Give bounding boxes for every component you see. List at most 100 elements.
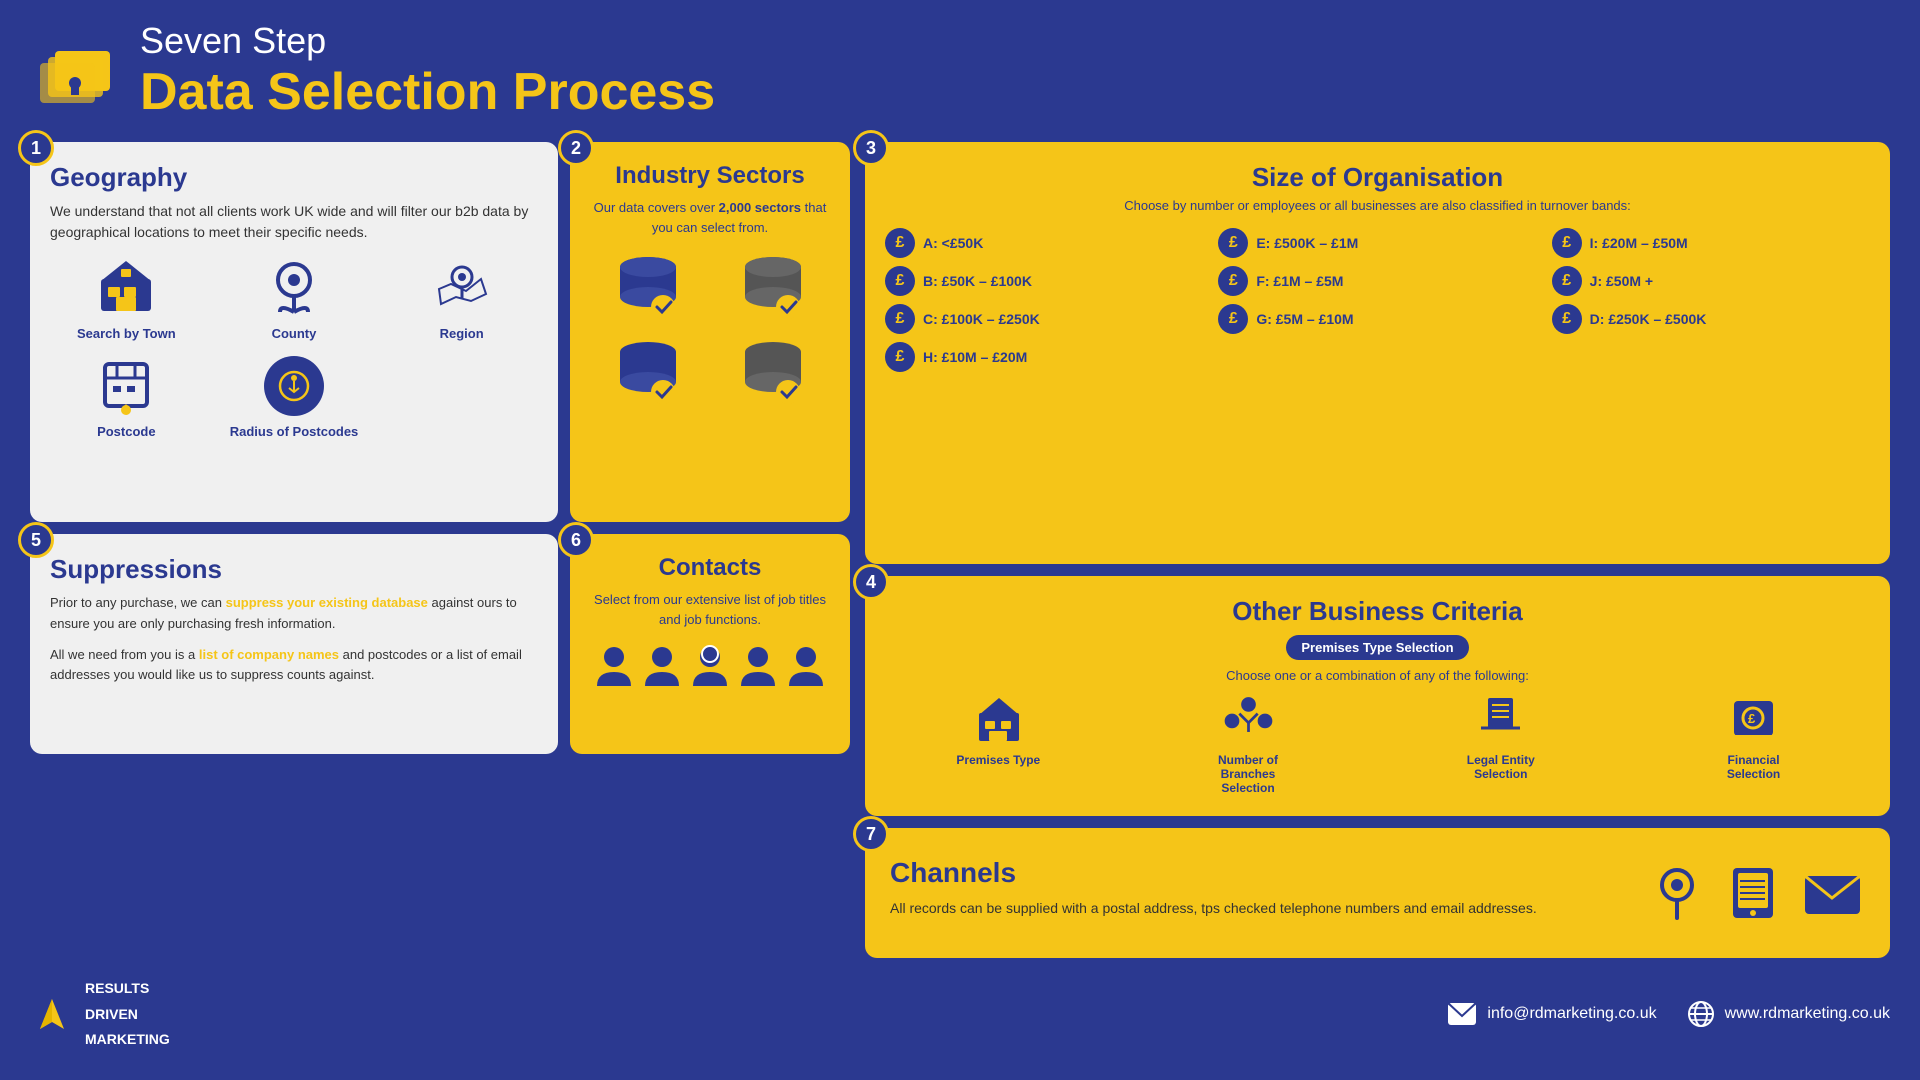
footer: RESULTSDRIVENMARKETING info@rdmarketing.… — [30, 968, 1890, 1060]
step3-subtitle: Choose by number or employees or all bus… — [885, 198, 1870, 213]
contact-icon-2 — [643, 644, 681, 689]
step1-description: We understand that not all clients work … — [50, 201, 538, 243]
size-item-e: £ E: £500K – £1M — [1218, 228, 1536, 258]
geo-item-region: Region — [385, 258, 538, 341]
geo-icon-radius-circle — [264, 356, 324, 416]
header-subtitle: Seven Step — [140, 20, 715, 62]
step6-description: Select from our extensive list of job ti… — [590, 590, 830, 629]
size-label-d: D: £250K – £500K — [1590, 311, 1707, 327]
footer-contact: info@rdmarketing.co.uk www.rdmarketing.c… — [1447, 1000, 1890, 1028]
step7-badge: 7 — [853, 816, 889, 852]
size-label-g: G: £5M – £10M — [1256, 311, 1353, 327]
criteria-icon-legal — [1473, 693, 1528, 748]
contacts-icons — [590, 644, 830, 689]
geo-label-county: County — [272, 326, 317, 341]
pound-icon-j: £ — [1552, 266, 1582, 296]
step6-badge: 6 — [558, 522, 594, 558]
channel-icon-location — [1650, 863, 1705, 923]
footer-email-item: info@rdmarketing.co.uk — [1447, 1002, 1656, 1026]
step2-badge: 2 — [558, 130, 594, 166]
criteria-label-financial: Financial Selection — [1709, 753, 1799, 781]
step1-title: Geography — [50, 162, 538, 193]
size-item-h: £ H: £10M – £20M — [885, 342, 1203, 372]
step6-panel: 6 Contacts Select from our extensive lis… — [570, 534, 850, 754]
channel-icon-phone — [1725, 863, 1780, 923]
criteria-icon-branches — [1221, 693, 1276, 748]
geo-item-county: County — [218, 258, 371, 341]
geo-icon-radius — [261, 356, 326, 416]
header-text: Seven Step Data Selection Process — [140, 20, 715, 122]
size-item-b: £ B: £50K – £100K — [885, 266, 1203, 296]
size-label-a: A: <£50K — [923, 235, 983, 251]
step5-panel: 5 Suppressions Prior to any purchase, we… — [30, 534, 558, 754]
main-container: Seven Step Data Selection Process 1 Geog… — [0, 0, 1920, 1080]
size-label-j: J: £50M + — [1590, 273, 1653, 289]
step2-title: Industry Sectors — [590, 162, 830, 190]
criteria-icons: Premises Type — [885, 693, 1870, 795]
svg-text:£: £ — [1748, 711, 1756, 726]
criteria-item-premises: Premises Type — [956, 693, 1040, 767]
premises-badge: Premises Type Selection — [1286, 635, 1468, 660]
step1-badge: 1 — [18, 130, 54, 166]
db-icon-4 — [738, 337, 808, 412]
footer-logo-icon — [30, 994, 75, 1034]
pound-icon-g: £ — [1218, 304, 1248, 334]
choose-text: Choose one or a combination of any of th… — [885, 668, 1870, 683]
footer-email: info@rdmarketing.co.uk — [1487, 1005, 1656, 1023]
db-icon-3 — [613, 337, 683, 412]
step4-panel: 4 Other Business Criteria Premises Type … — [865, 576, 1890, 816]
size-label-f: F: £1M – £5M — [1256, 273, 1343, 289]
channel-icon-email — [1800, 866, 1865, 921]
size-item-c: £ C: £100K – £250K — [885, 304, 1203, 334]
geo-item-postcode: Postcode — [50, 356, 203, 439]
criteria-label-premises: Premises Type — [956, 753, 1040, 767]
step5-text2: All we need from you is a list of compan… — [50, 645, 538, 687]
size-item-i: £ I: £20M – £50M — [1552, 228, 1870, 258]
pound-icon-c: £ — [885, 304, 915, 334]
contact-icon-1 — [595, 644, 633, 689]
pound-icon-e: £ — [1218, 228, 1248, 258]
db-icon-1 — [613, 252, 683, 327]
step7-panel: 7 Channels All records can be supplied w… — [865, 828, 1890, 958]
footer-logo: RESULTSDRIVENMARKETING — [30, 976, 170, 1052]
step5-text1: Prior to any purchase, we can suppress y… — [50, 593, 538, 635]
footer-website-item: www.rdmarketing.co.uk — [1687, 1000, 1890, 1028]
top-row: 1 Geography We understand that not all c… — [30, 142, 850, 522]
step2-panel: 2 Industry Sectors Our data covers over … — [570, 142, 850, 522]
size-item-d: £ D: £250K – £500K — [1552, 304, 1870, 334]
step7-title: Channels — [890, 857, 1620, 889]
footer-globe-icon — [1687, 1000, 1715, 1028]
step1-panel: 1 Geography We understand that not all c… — [30, 142, 558, 522]
right-column: 3 Size of Organisation Choose by number … — [865, 142, 1890, 958]
pound-icon-b: £ — [885, 266, 915, 296]
footer-email-icon — [1447, 1002, 1477, 1026]
size-item-j: £ J: £50M + — [1552, 266, 1870, 296]
header-title: Data Selection Process — [140, 62, 715, 122]
size-label-h: H: £10M – £20M — [923, 349, 1027, 365]
channels-content: Channels All records can be supplied wit… — [890, 857, 1620, 929]
step2-text: Our data covers over 2,000 sectors that … — [590, 198, 830, 237]
geo-icons-grid: Search by Town — [50, 258, 538, 439]
geo-label-town: Search by Town — [77, 326, 176, 341]
geo-icon-postcode — [94, 356, 159, 416]
size-item-f: £ F: £1M – £5M — [1218, 266, 1536, 296]
footer-logo-text: RESULTSDRIVENMARKETING — [85, 976, 170, 1052]
pound-icon-i: £ — [1552, 228, 1582, 258]
db-icons-grid — [590, 252, 830, 412]
size-label-c: C: £100K – £250K — [923, 311, 1040, 327]
step4-badge: 4 — [853, 564, 889, 600]
contact-icon-4 — [739, 644, 777, 689]
size-item-g: £ G: £5M – £10M — [1218, 304, 1536, 334]
header-icon — [30, 31, 120, 111]
contact-icon-3-highlighted — [691, 644, 729, 689]
geo-item-radius: Radius of Postcodes — [218, 356, 371, 439]
size-label-i: I: £20M – £50M — [1590, 235, 1688, 251]
geo-icon-county — [261, 258, 326, 318]
geo-label-radius: Radius of Postcodes — [230, 424, 359, 439]
criteria-item-branches: Number of Branches Selection — [1203, 693, 1293, 795]
size-label-b: B: £50K – £100K — [923, 273, 1032, 289]
db-icon-2 — [738, 252, 808, 327]
channels-icons — [1650, 863, 1865, 923]
pound-icon-d: £ — [1552, 304, 1582, 334]
geo-label-region: Region — [440, 326, 484, 341]
